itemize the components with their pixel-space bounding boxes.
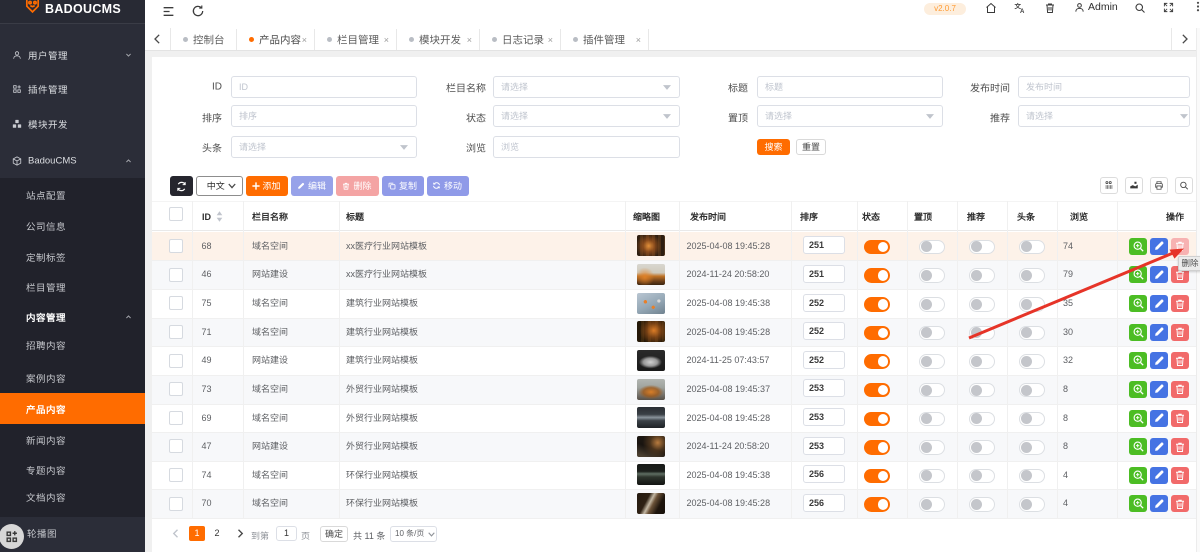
svg-text:A: A — [1020, 9, 1025, 14]
